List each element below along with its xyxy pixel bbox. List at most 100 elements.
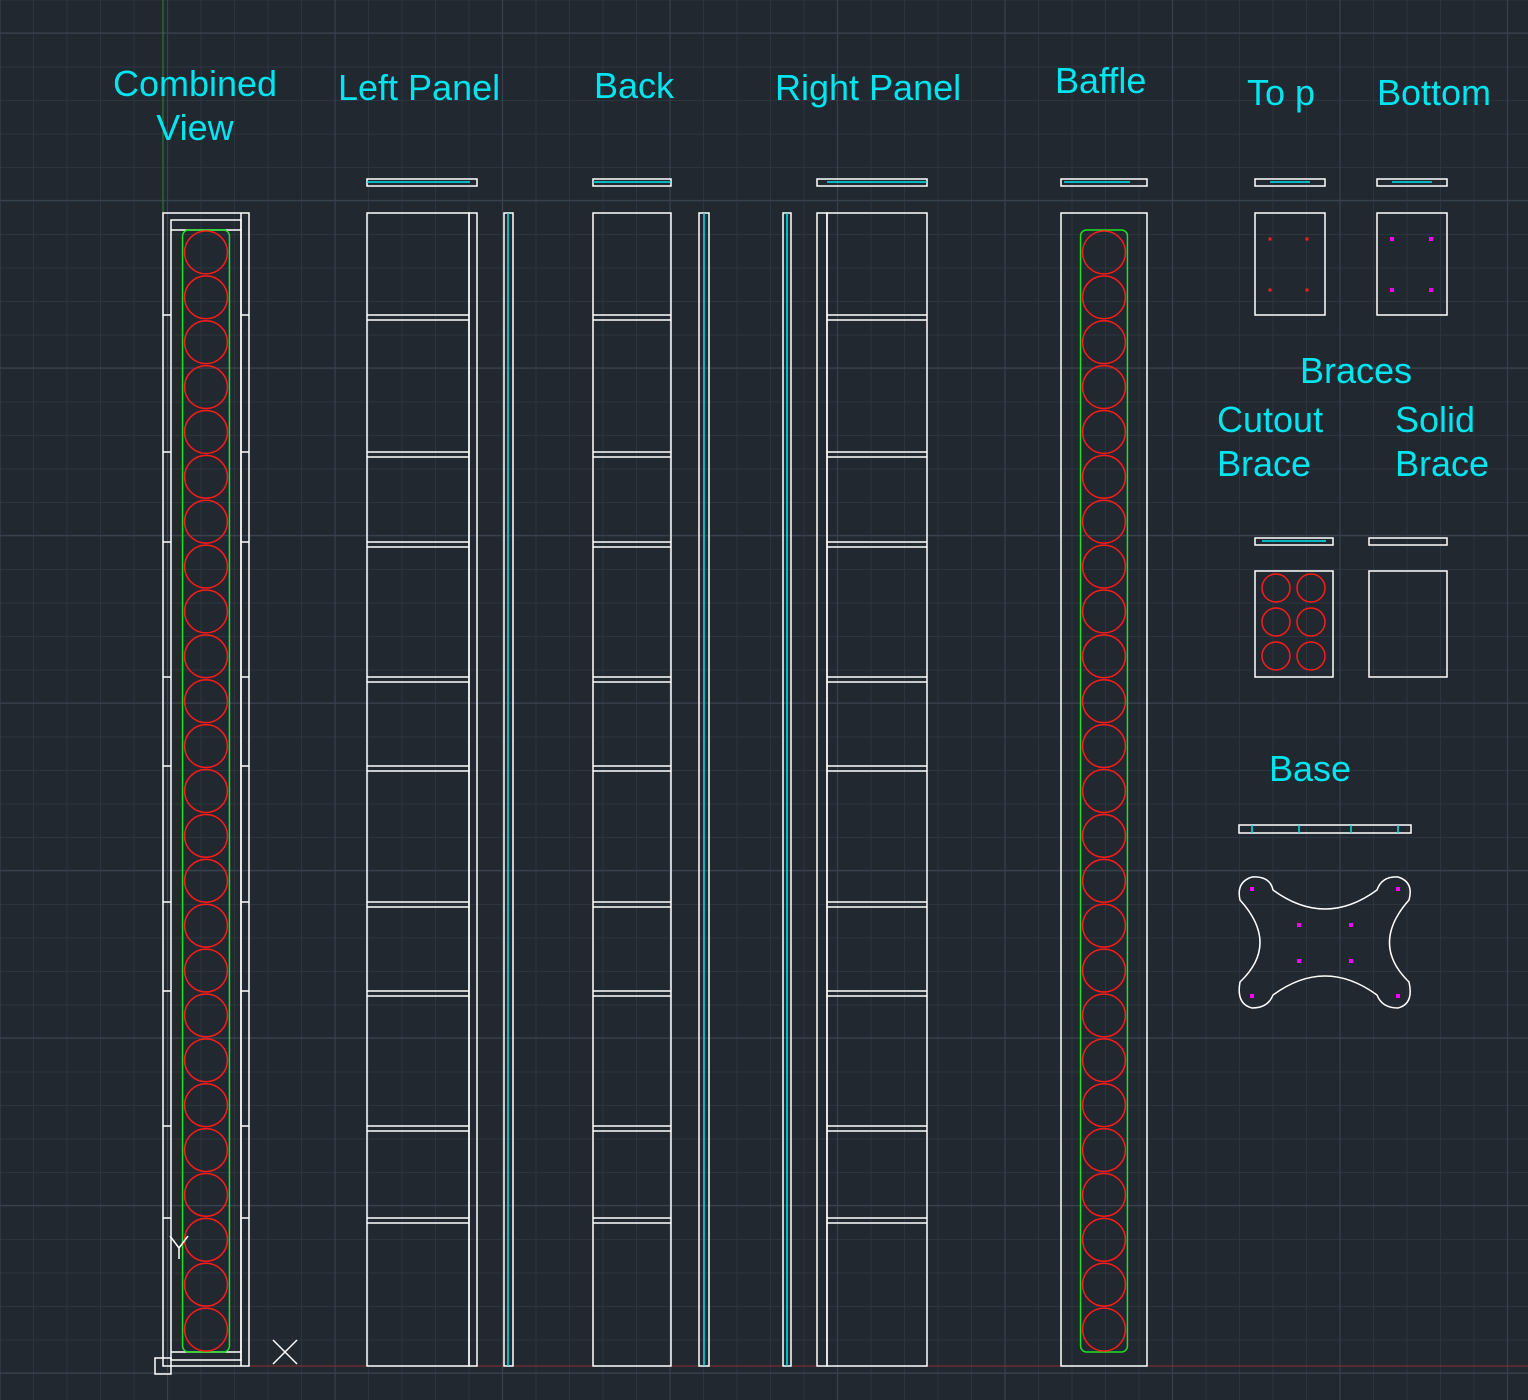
baffle-driver-hole [1081, 275, 1127, 320]
base-bolt-hole [1250, 887, 1254, 891]
combined-driver-hole [183, 320, 229, 365]
combined-driver-hole [183, 723, 229, 769]
combined-view-title: Combined View [100, 62, 290, 150]
cutout-brace-plate [1254, 570, 1334, 678]
combined-outer-box [162, 212, 250, 1367]
bottom-bolt-hole [1390, 237, 1394, 241]
baffle-driver-hole [1081, 1127, 1127, 1173]
baffle-title: Baffle [1055, 60, 1147, 101]
cutout-brace-title: Cutout Brace [1217, 398, 1323, 486]
combined-view-drawing [162, 212, 250, 1367]
cutout-brace-hole [1261, 573, 1291, 603]
top-title: To p [1247, 72, 1316, 113]
baffle-driver-hole [1081, 948, 1127, 993]
baffle-driver-hole [1081, 768, 1127, 814]
baffle-driver-hole [1081, 993, 1127, 1038]
ucs-icon [154, 1235, 298, 1375]
base-bolt-hole [1396, 994, 1400, 998]
base-bolt-hole [1396, 887, 1400, 891]
cutout-brace-hole [1261, 607, 1291, 637]
baffle-driver-hole [1081, 679, 1127, 724]
back-panel-drawing [592, 178, 710, 1367]
combined-driver-hole [183, 454, 229, 500]
baffle-driver-hole [1081, 813, 1127, 859]
combined-driver-hole [183, 499, 229, 544]
bottom-bolt-hole [1429, 237, 1433, 241]
top-bolt-hole [1305, 237, 1309, 241]
cutout-brace-title-line2: Brace [1217, 443, 1312, 484]
baffle-driver-hole [1081, 1307, 1127, 1352]
base-bolt-hole [1297, 923, 1301, 927]
back-outline [592, 212, 672, 1367]
right-panel-drawing [782, 178, 928, 1367]
cad-drawing-canvas[interactable] [0, 0, 1528, 1400]
cutout-brace-hole [1296, 641, 1326, 671]
baffle-driver-hole [1081, 634, 1127, 679]
top-bolt-hole [1268, 237, 1272, 241]
braces-drawing [1254, 537, 1448, 678]
combined-driver-hole [183, 1172, 229, 1218]
base-bolt-hole [1297, 959, 1301, 963]
braces-title: Braces [1300, 350, 1413, 391]
base-outline [1238, 876, 1411, 1009]
base-edge-view [1238, 824, 1412, 834]
left-panel-outline [366, 212, 470, 1367]
baffle-driver-hole [1081, 409, 1127, 455]
baffle-driver-hole [1081, 589, 1127, 634]
left-panel-rabbet [468, 212, 478, 1367]
combined-driver-hole [183, 409, 229, 455]
top-bolt-hole [1305, 288, 1309, 292]
baffle-driver-hole [1081, 723, 1127, 769]
bottom-bolt-hole [1390, 288, 1394, 292]
right-panel-outline [826, 212, 928, 1367]
baffle-driver-hole [1081, 230, 1127, 275]
baffle-driver-hole [1081, 1038, 1127, 1083]
combined-driver-hole [183, 1127, 229, 1173]
combined-driver-hole [183, 679, 229, 724]
baffle-driver-hole [1081, 903, 1127, 948]
top-plate [1254, 212, 1326, 316]
base-bolt-hole [1349, 923, 1353, 927]
combined-driver-hole [183, 275, 229, 320]
baffle-driver-hole [1081, 320, 1127, 365]
combined-driver-hole [183, 948, 229, 993]
bottom-plate [1376, 212, 1448, 316]
solid-brace-edge-view [1368, 537, 1448, 546]
baffle-outline [1060, 212, 1148, 1367]
combined-view-title-line1: Combined [112, 63, 278, 104]
cutout-brace-title-line1: Cutout [1217, 399, 1324, 440]
combined-driver-hole [183, 544, 229, 589]
baffle-drawing [1060, 178, 1148, 1367]
solid-brace-title-line2: Brace [1395, 443, 1490, 484]
baffle-driver-hole [1081, 1172, 1127, 1218]
cutout-brace-hole [1296, 573, 1326, 603]
bottom-bolt-hole [1429, 288, 1433, 292]
baffle-driver-hole [1081, 544, 1127, 589]
combined-driver-hole [183, 858, 229, 903]
top-bottom-drawing [1254, 178, 1448, 316]
baffle-driver-hole [1081, 858, 1127, 903]
baffle-driver-hole [1081, 1262, 1127, 1307]
combined-driver-hole [183, 589, 229, 634]
combined-driver-hole [183, 993, 229, 1038]
solid-brace-title: Solid Brace [1395, 398, 1489, 486]
combined-driver-hole [183, 813, 229, 859]
right-panel-title: Right Panel [775, 67, 962, 108]
baffle-driver-hole [1081, 499, 1127, 544]
ucs-y-glyph [178, 1235, 189, 1249]
baffle-frame [1079, 229, 1129, 1353]
combined-driver-hole [183, 230, 229, 275]
baffle-driver-hole [1081, 454, 1127, 500]
bottom-title: Bottom [1377, 72, 1492, 113]
solid-brace-plate [1368, 570, 1448, 678]
base-bolt-hole [1349, 959, 1353, 963]
solid-brace-title-line1: Solid [1395, 399, 1476, 440]
back-title: Back [594, 65, 675, 106]
base-title: Base [1269, 748, 1352, 789]
left-panel-drawing [366, 178, 514, 1367]
combined-inner-box [170, 219, 242, 1361]
combined-driver-hole [183, 903, 229, 948]
combined-view-title-line2: View [156, 107, 234, 148]
base-bolt-hole [1250, 994, 1254, 998]
base-drawing [1238, 824, 1412, 1009]
